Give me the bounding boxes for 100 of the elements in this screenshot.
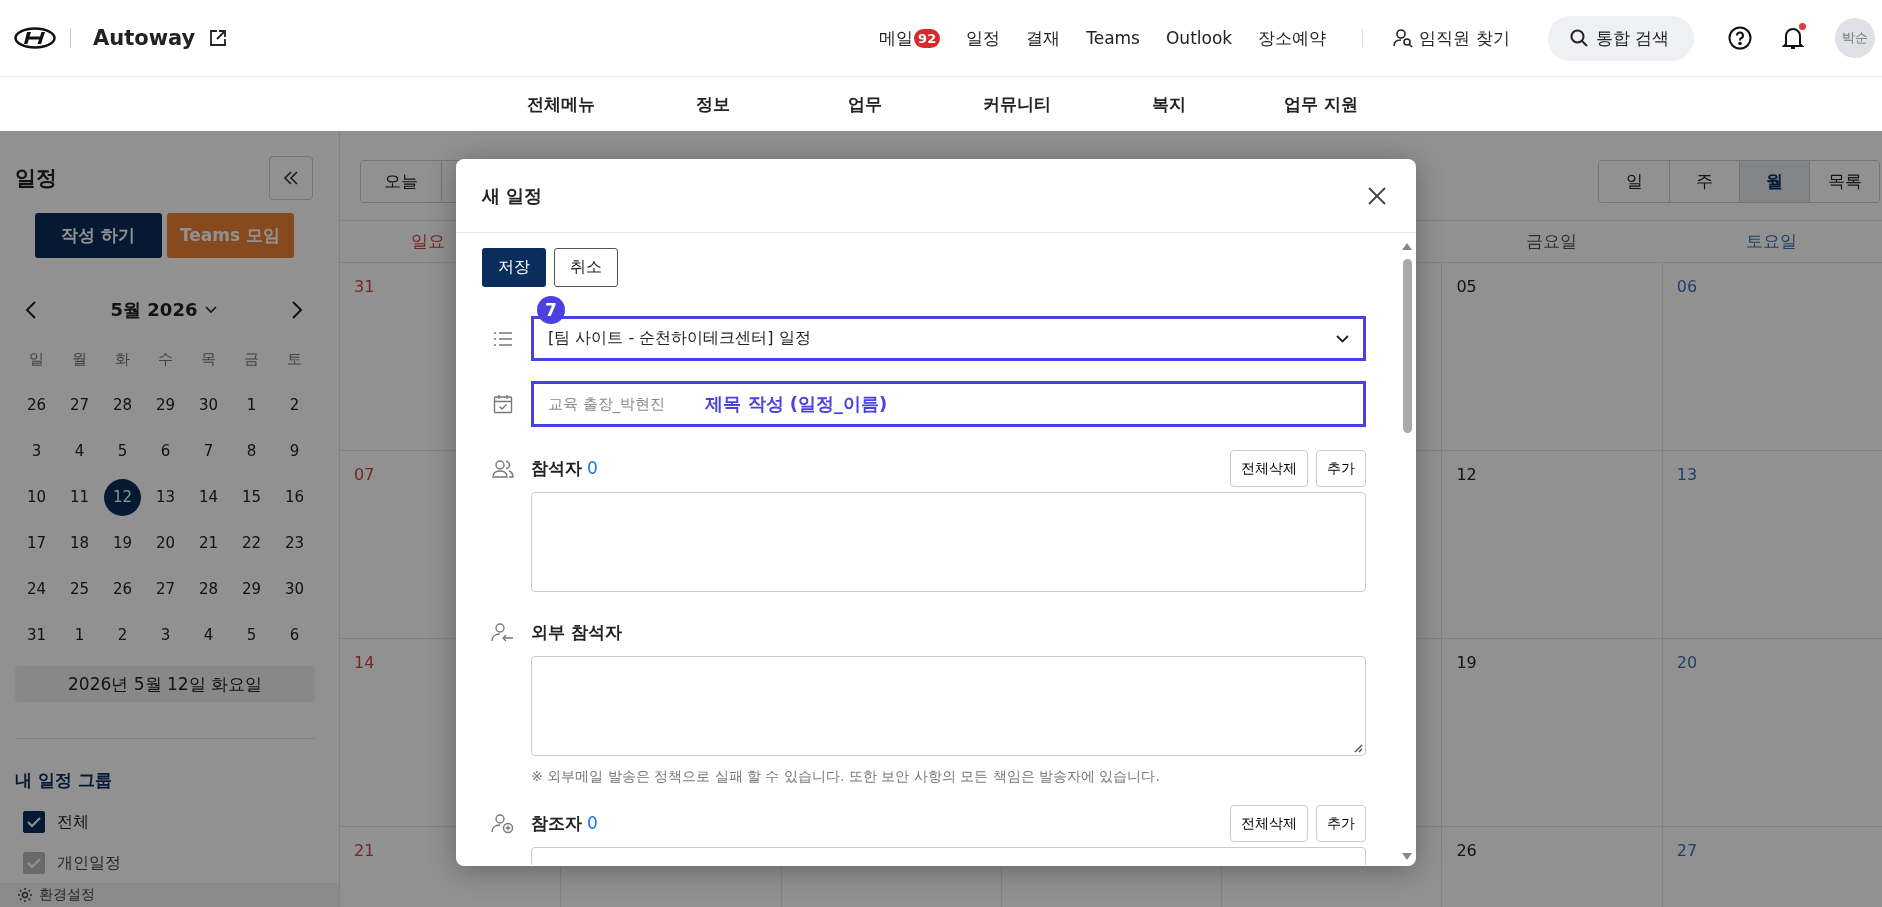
chevron-left-icon[interactable] (25, 301, 37, 319)
calendar-day[interactable]: 16 (273, 474, 316, 520)
calendar-day[interactable]: 13 (144, 474, 187, 520)
calendar-day[interactable]: 1 (230, 382, 273, 428)
calendar-day[interactable]: 29 (230, 566, 273, 612)
calendar-day[interactable]: 10 (15, 474, 58, 520)
chevron-right-icon[interactable] (291, 301, 303, 319)
recipient-field[interactable] (531, 492, 1366, 592)
nav-link[interactable]: 메일 92 (879, 26, 941, 50)
calendar-day[interactable]: 14 (187, 474, 230, 520)
count-badge: 92 (914, 28, 941, 48)
nav-link[interactable]: 결재 (1026, 26, 1061, 50)
weekday-label: 토 (286, 348, 303, 370)
calendar-day[interactable]: 3 (15, 428, 58, 474)
section-button[interactable]: 추가 (1316, 450, 1366, 487)
selected-date-bar[interactable]: 2026년 5월 12일 화요일 (15, 666, 315, 702)
calendar-day[interactable]: 4 (58, 428, 101, 474)
menu-item[interactable]: 전체메뉴 (485, 92, 637, 116)
date-number: 07 (354, 465, 375, 484)
calendar-day[interactable]: 22 (230, 520, 273, 566)
scrollbar-thumb[interactable] (1403, 259, 1412, 433)
calendar-day[interactable]: 28 (187, 566, 230, 612)
calendar-day[interactable]: 6 (144, 428, 187, 474)
people-search-link[interactable]: 임직원 찾기 (1393, 26, 1510, 50)
calendar-day[interactable]: 3 (144, 612, 187, 658)
calendar-day[interactable]: 26 (101, 566, 144, 612)
calendar-day[interactable]: 30 (187, 382, 230, 428)
scroll-up-icon[interactable] (1402, 243, 1412, 250)
checkbox[interactable] (23, 811, 45, 833)
calendar-day[interactable]: 5 (230, 612, 273, 658)
cancel-button[interactable]: 취소 (554, 248, 618, 287)
title-field[interactable]: 교육 출장_박현진 제목 작성 (일정_이름) (531, 381, 1366, 427)
calendar-day[interactable]: 29 (144, 382, 187, 428)
calendar-day[interactable]: 25 (58, 566, 101, 612)
menu-item[interactable]: 커뮤니티 (941, 92, 1093, 116)
person-arrow-icon (490, 622, 515, 643)
menu-item[interactable]: 업무 (789, 92, 941, 116)
nav-link[interactable]: Outlook (1166, 28, 1233, 48)
section-label: 참조자 0 (531, 812, 598, 835)
calendar-day[interactable]: 27 (144, 566, 187, 612)
calendar-day[interactable]: 31 (15, 612, 58, 658)
date-number: 14 (354, 653, 375, 672)
calendar-day[interactable]: 4 (187, 612, 230, 658)
calendar-day[interactable]: 11 (58, 474, 101, 520)
nav-link[interactable]: 장소예약 (1258, 26, 1327, 50)
calendar-day[interactable]: 7 (187, 428, 230, 474)
weekday-header: 일요 (411, 230, 446, 253)
calendar-day[interactable]: 1 (58, 612, 101, 658)
calendar-select[interactable]: [팀 사이트 - 순천하이테크센터] 일정 (531, 316, 1366, 361)
bell-icon[interactable] (1782, 26, 1804, 50)
calendar-day[interactable]: 21 (187, 520, 230, 566)
nav-link[interactable]: Teams (1086, 28, 1140, 48)
calendar-day[interactable]: 8 (230, 428, 273, 474)
calendar-day[interactable]: 19 (101, 520, 144, 566)
calendar-day[interactable]: 17 (15, 520, 58, 566)
calendar-day[interactable]: 12 (104, 478, 141, 516)
month-picker[interactable]: 5월 2026 (110, 298, 218, 322)
calendar-day[interactable]: 26 (15, 382, 58, 428)
collapse-button[interactable] (269, 156, 313, 200)
avatar[interactable]: 박순 (1835, 18, 1875, 58)
search-icon (1569, 29, 1588, 47)
external-link-icon[interactable] (209, 29, 228, 47)
weekday-header: 금요일 (1526, 230, 1578, 253)
calendar-day[interactable]: 28 (101, 382, 144, 428)
calendar-day[interactable]: 23 (273, 520, 316, 566)
calendar-day[interactable]: 2 (101, 612, 144, 658)
step-badge: 7 (537, 296, 565, 324)
save-button[interactable]: 저장 (482, 248, 546, 287)
calendar-day[interactable]: 18 (58, 520, 101, 566)
calendar-day[interactable]: 30 (273, 566, 316, 612)
scroll-down-icon[interactable] (1402, 853, 1412, 860)
create-button[interactable]: 작성 하기 (34, 213, 162, 258)
close-icon[interactable] (1368, 186, 1386, 205)
nav-link[interactable]: 일정 (966, 26, 1001, 50)
calendar-day[interactable]: 20 (144, 520, 187, 566)
view-tab[interactable]: 월 (1739, 161, 1809, 202)
menu-item[interactable]: 업무 지원 (1245, 92, 1397, 116)
warning-note: ※ 외부메일 발송은 정책으로 실패 할 수 있습니다. 또한 보안 사항의 모든 책임은 발송자에 있습니다. (531, 768, 1161, 786)
section-button[interactable]: 전체삭제 (1230, 805, 1308, 842)
section-button[interactable]: 전체삭제 (1230, 450, 1308, 487)
search-button[interactable]: 통합 검색 (1547, 15, 1694, 61)
group-title: 내 일정 그룹 (15, 769, 113, 792)
resize-handle-icon[interactable] (1354, 744, 1363, 753)
calendar-day[interactable]: 5 (101, 428, 144, 474)
calendar-day[interactable]: 15 (230, 474, 273, 520)
calendar-day[interactable]: 6 (273, 612, 316, 658)
help-icon[interactable] (1728, 26, 1752, 50)
calendar-day[interactable]: 2 (273, 382, 316, 428)
view-tab[interactable]: 목록 (1809, 161, 1879, 202)
calendar-day[interactable]: 24 (15, 566, 58, 612)
weekday-label: 화 (114, 348, 131, 370)
settings-link[interactable]: 환경설정 (0, 883, 339, 907)
menu-item[interactable]: 정보 (637, 92, 789, 116)
menu-item[interactable]: 복지 (1093, 92, 1245, 116)
placeholder-text: 교육 출장_박현진 (548, 394, 666, 414)
calendar-day[interactable]: 27 (58, 382, 101, 428)
section-button[interactable]: 추가 (1316, 805, 1366, 842)
calendar-day[interactable]: 9 (273, 428, 316, 474)
weekday-label: 수 (157, 348, 174, 370)
logo-icon[interactable] (14, 27, 56, 49)
